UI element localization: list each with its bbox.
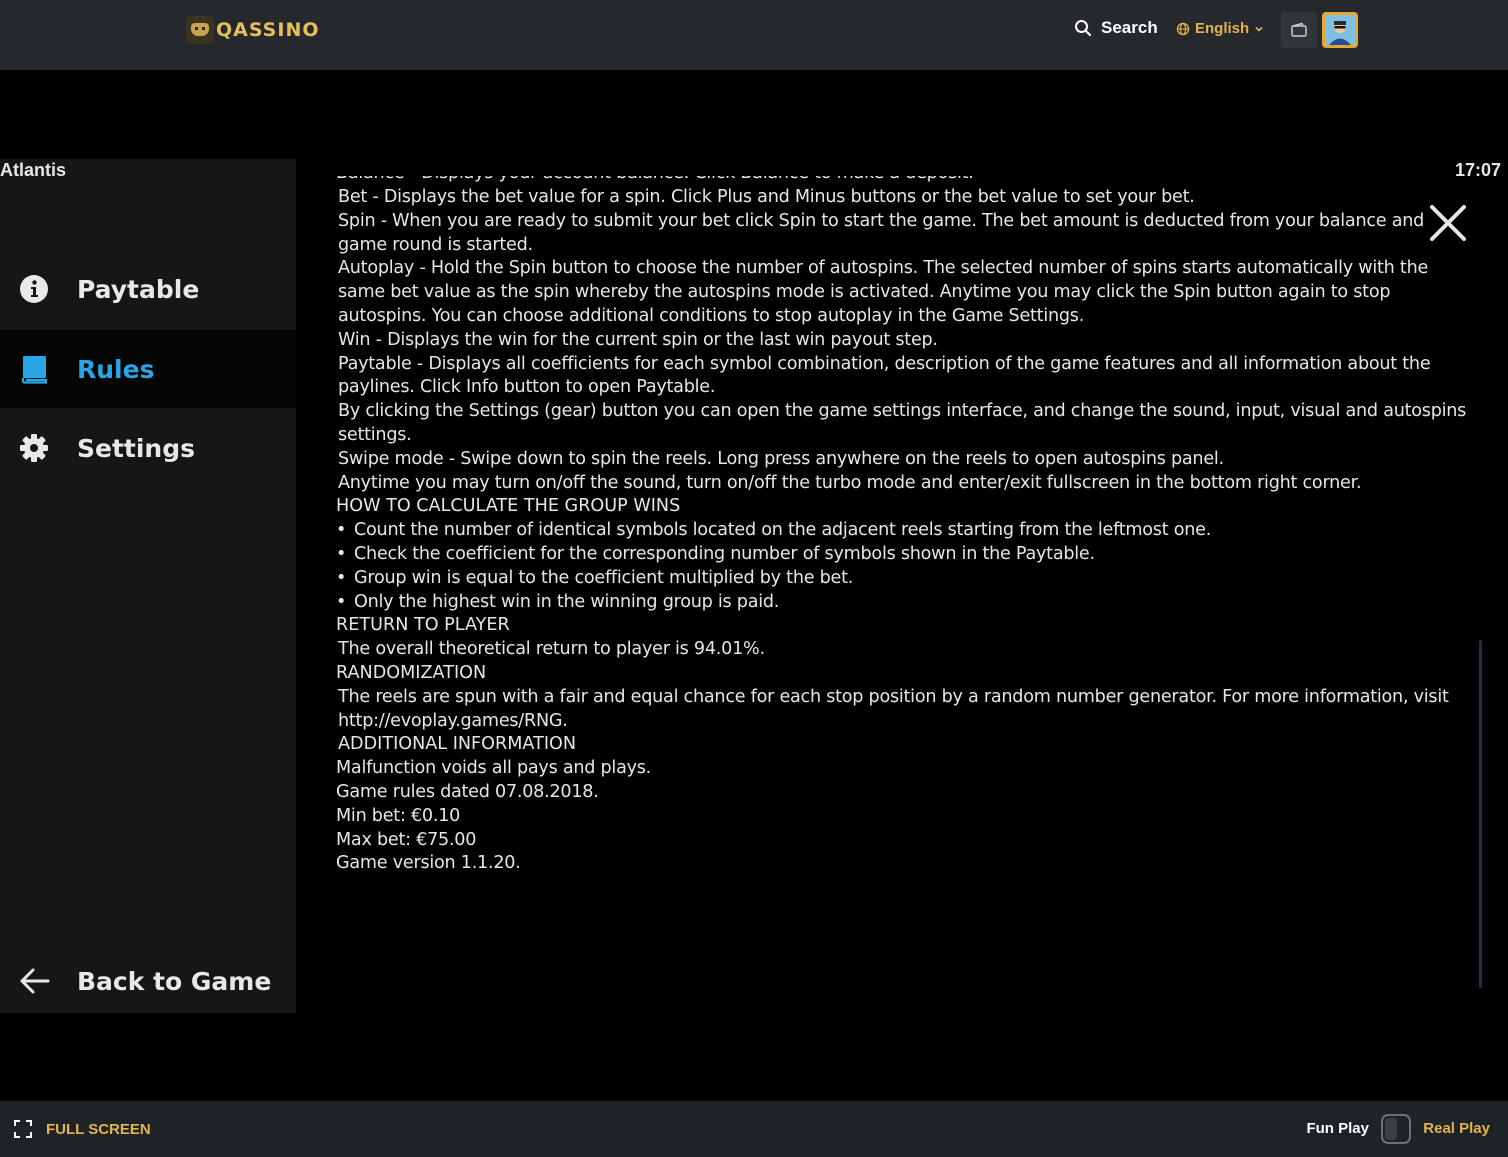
rules-line-paytable: Paytable - Displays all coefficients for… [338, 353, 1431, 398]
rules-line-autoplay: Autoplay - Hold the Spin button to choos… [338, 258, 1429, 326]
play-mode-toggle[interactable] [1381, 1114, 1411, 1144]
rules-line-win: Win - Displays the win for the current s… [338, 329, 938, 350]
additional-info-line: Malfunction voids all pays and plays. [336, 758, 652, 779]
site-logo[interactable]: QASSINO [186, 14, 320, 46]
info-icon [17, 272, 51, 306]
fullscreen-label: FULL SCREEN [46, 1120, 151, 1138]
close-button[interactable] [1428, 203, 1468, 243]
list-item: • Group win is equal to the coefficient m… [336, 567, 854, 588]
randomization-text: The reels are spun with a fair and equal… [338, 686, 1449, 731]
search-label: Search [1101, 18, 1158, 37]
sidebar-item-label: Rules [77, 354, 155, 384]
rtp-text: The overall theoretical return to player… [338, 639, 765, 660]
globe-icon [1176, 22, 1190, 35]
rules-cut-line: Balance - Displays your account balance.… [336, 176, 1471, 186]
search-icon [1075, 20, 1092, 37]
additional-info-line: Max bet: €75.00 [336, 829, 477, 850]
fun-play-label[interactable]: Fun Play [1306, 1120, 1369, 1137]
fullscreen-button[interactable]: FULL SCREEN [13, 1119, 151, 1139]
logo-mascot-icon [186, 16, 214, 44]
bottom-bar: FULL SCREEN Fun Play Real Play [0, 1101, 1508, 1157]
rules-line-bet: Bet - Displays the bet value for a spin.… [338, 187, 1195, 207]
sidebar-item-label: Paytable [77, 274, 200, 304]
search-button[interactable]: Search [1074, 18, 1158, 38]
randomization-heading: RANDOMIZATION [336, 662, 487, 683]
user-avatar[interactable] [1322, 12, 1358, 48]
language-label: English [1195, 20, 1250, 37]
language-selector[interactable]: English [1176, 20, 1264, 37]
back-to-game-label: Back to Game [77, 966, 272, 996]
rules-content[interactable]: Balance - Displays your account balance.… [336, 176, 1471, 976]
additional-info-line: Min bet: €0.10 [336, 805, 461, 826]
arrow-left-icon [17, 964, 51, 998]
game-title: Atlantis [0, 160, 67, 180]
real-play-label[interactable]: Real Play [1423, 1120, 1490, 1137]
list-item: • Only the highest win in the winning gro… [336, 591, 780, 612]
rules-line-spin: Spin - When you are ready to submit your… [338, 210, 1425, 255]
additional-info-line: Game version 1.1.20. [336, 853, 521, 874]
top-header: QASSINO Search English [0, 0, 1508, 70]
rtp-heading: RETURN TO PLAYER [336, 615, 510, 636]
back-to-game-button[interactable]: Back to Game [0, 942, 296, 1020]
content-scrollbar[interactable] [1479, 640, 1482, 988]
sidebar-item-paytable[interactable]: Paytable [0, 250, 296, 328]
sidebar-item-label: Settings [77, 433, 196, 463]
logo-text: QASSINO [216, 19, 320, 41]
sidebar-item-rules[interactable]: Rules [0, 330, 296, 408]
book-icon [17, 352, 51, 386]
additional-info-heading: ADDITIONAL INFORMATION [338, 734, 577, 755]
wallet-icon [1291, 22, 1307, 37]
list-item: • Check the coefficient for the correspon… [336, 543, 1095, 564]
list-item: • Count the number of identical symbols l… [336, 520, 1212, 541]
fullscreen-icon [14, 1120, 32, 1138]
gear-icon [17, 431, 51, 465]
rules-line-fullscreen: Anytime you may turn on/off the sound, t… [338, 472, 1362, 493]
sidebar-item-settings[interactable]: Settings [0, 409, 296, 487]
avatar-icon [1325, 15, 1355, 45]
additional-info-line: Game rules dated 07.08.2018. [336, 781, 599, 802]
wallet-button[interactable] [1281, 12, 1317, 48]
rules-line-swipe: Swipe mode - Swipe down to spin the reel… [338, 448, 1224, 469]
chevron-down-icon [1255, 26, 1263, 32]
close-icon [1430, 205, 1466, 241]
rules-sidebar: Paytable Rules Settings Back to Game [0, 159, 296, 1013]
group-wins-heading: HOW TO CALCULATE THE GROUP WINS [336, 496, 681, 517]
rules-line-settings: By clicking the Settings (gear) button y… [338, 401, 1467, 445]
